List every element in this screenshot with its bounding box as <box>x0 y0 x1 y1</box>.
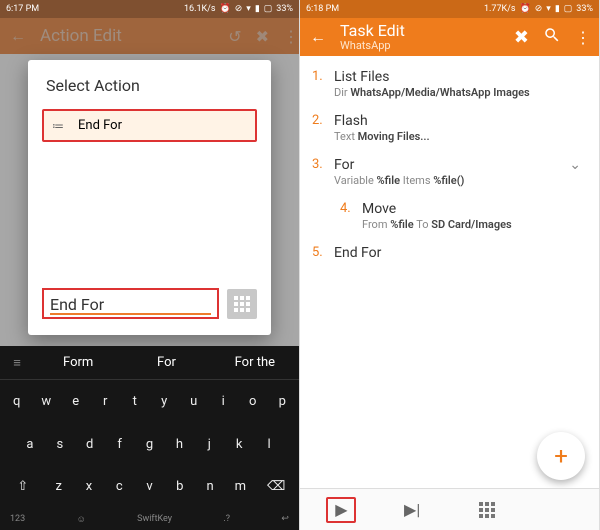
key-t[interactable]: t <box>121 387 149 416</box>
plus-icon: + <box>554 442 568 470</box>
key-c[interactable]: c <box>105 472 133 501</box>
key-d[interactable]: d <box>76 430 104 459</box>
step-4[interactable]: 4. Move From %file To SD Card/Images <box>312 194 587 238</box>
toolbar-subtitle: WhatsApp <box>340 40 500 52</box>
step-button[interactable]: ▶| <box>375 500 450 519</box>
suggestion-2[interactable]: For <box>122 355 210 370</box>
chevron-down-icon[interactable]: ⌄ <box>563 157 587 173</box>
step-5[interactable]: 5. End For <box>312 238 587 269</box>
key-k[interactable]: k <box>225 430 253 459</box>
step-2[interactable]: 2. Flash Text Moving Files... <box>312 106 587 150</box>
key-e[interactable]: e <box>62 387 90 416</box>
list-icon: ≔ <box>52 119 64 133</box>
key-o[interactable]: o <box>239 387 267 416</box>
back-icon[interactable]: ← <box>310 27 326 47</box>
action-option-label: End For <box>78 118 122 133</box>
key-shift[interactable]: ⇧ <box>3 472 43 501</box>
dialog-title: Select Action <box>46 76 257 95</box>
suggestion-1[interactable]: Form <box>34 355 122 370</box>
action-option-end-for[interactable]: ≔ End For <box>42 109 257 142</box>
mic-icon[interactable]: .? <box>223 514 230 524</box>
step-forward-icon: ▶| <box>404 500 420 519</box>
screen-task-edit: 6:18 PM 1.77K/s ⏰ ⊘ ▾ ▮ ▢ 33% ← Task Edi… <box>300 0 600 530</box>
key-u[interactable]: u <box>180 387 208 416</box>
step-3[interactable]: 3. For Variable %file Items %file() ⌄ <box>312 150 587 194</box>
key-f[interactable]: f <box>106 430 134 459</box>
soft-keyboard: ≡ Form For For the q w e r t y u i o p a… <box>0 346 299 530</box>
bottom-toolbar: ▶ ▶| <box>300 488 599 530</box>
dnd-icon: ⊘ <box>535 4 543 14</box>
key-r[interactable]: r <box>92 387 120 416</box>
status-battery: 33% <box>276 4 293 14</box>
alarm-icon: ⏰ <box>520 4 531 14</box>
grid-icon <box>479 502 495 518</box>
run-task-button[interactable]: ▶ <box>326 497 356 523</box>
step-1[interactable]: 1. List Files Dir WhatsApp/Media/WhatsAp… <box>312 62 587 106</box>
key-x[interactable]: x <box>75 472 103 501</box>
key-s[interactable]: s <box>46 430 74 459</box>
battery-icon: ▢ <box>564 4 573 14</box>
overflow-icon[interactable]: ⋮ <box>575 28 599 47</box>
signal-icon: ▮ <box>555 4 560 14</box>
key-g[interactable]: g <box>136 430 164 459</box>
key-b[interactable]: b <box>166 472 194 501</box>
grid-icon <box>234 296 250 312</box>
screen-action-edit-dialog: 6:17 PM 16.1K/s ⏰ ⊘ ▾ ▮ ▢ 33% ← Action E… <box>0 0 300 530</box>
key-n[interactable]: n <box>196 472 224 501</box>
key-v[interactable]: v <box>135 472 163 501</box>
dnd-icon: ⊘ <box>235 4 243 14</box>
status-time: 6:17 PM <box>6 4 39 14</box>
status-speed: 1.77K/s <box>484 4 516 14</box>
wifi-icon: ▾ <box>246 4 251 14</box>
status-time: 6:18 PM <box>306 4 339 14</box>
keyboard-brand-label: SwiftKey <box>137 514 172 524</box>
key-q[interactable]: q <box>3 387 31 416</box>
battery-icon: ▢ <box>264 4 273 14</box>
key-p[interactable]: p <box>269 387 297 416</box>
key-z[interactable]: z <box>45 472 73 501</box>
status-battery: 33% <box>576 4 593 14</box>
key-y[interactable]: y <box>151 387 179 416</box>
cancel-icon[interactable]: ✖ <box>514 27 529 48</box>
key-j[interactable]: j <box>195 430 223 459</box>
alarm-icon: ⏰ <box>220 4 231 14</box>
play-icon: ▶ <box>335 500 347 519</box>
task-steps-list: 1. List Files Dir WhatsApp/Media/WhatsAp… <box>300 56 599 269</box>
key-m[interactable]: m <box>226 472 254 501</box>
suggestion-3[interactable]: For the <box>211 355 299 370</box>
status-bar: 6:17 PM 16.1K/s ⏰ ⊘ ▾ ▮ ▢ 33% <box>0 0 299 18</box>
key-i[interactable]: i <box>210 387 238 416</box>
key-l[interactable]: l <box>255 430 283 459</box>
wifi-icon: ▾ <box>546 4 551 14</box>
keyboard-toggle-button[interactable] <box>227 289 257 319</box>
keyboard-numbers-key[interactable]: 123 <box>10 514 25 524</box>
enter-icon[interactable]: ↩ <box>281 514 289 524</box>
add-action-fab[interactable]: + <box>537 432 585 480</box>
select-action-dialog: Select Action ≔ End For End For <box>28 60 271 335</box>
action-filter-input[interactable]: End For <box>42 288 219 319</box>
emoji-icon[interactable]: ☺ <box>77 514 86 525</box>
status-bar: 6:18 PM 1.77K/s ⏰ ⊘ ▾ ▮ ▢ 33% <box>300 0 599 18</box>
search-icon[interactable] <box>543 26 561 48</box>
toolbar-title: Task Edit <box>340 22 500 40</box>
keyboard-menu-icon[interactable]: ≡ <box>0 355 34 371</box>
signal-icon: ▮ <box>255 4 260 14</box>
key-backspace[interactable]: ⌫ <box>256 472 296 501</box>
key-a[interactable]: a <box>16 430 44 459</box>
status-speed: 16.1K/s <box>184 4 216 14</box>
grid-button[interactable] <box>450 502 525 518</box>
action-filter-value: End For <box>50 295 104 314</box>
key-w[interactable]: w <box>33 387 61 416</box>
key-h[interactable]: h <box>165 430 193 459</box>
